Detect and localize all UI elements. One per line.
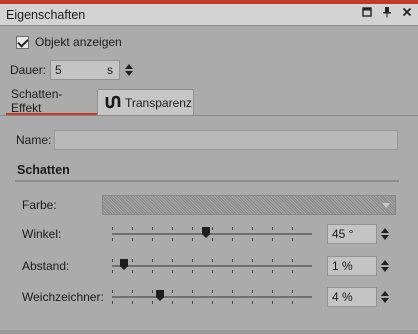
slider-thumb[interactable] [156,290,164,301]
slider-ticks [112,301,312,304]
slider-ticks [112,290,312,293]
distance-spinner[interactable] [378,256,392,276]
transparency-icon [105,95,121,112]
color-row: Farbe: [22,195,396,215]
show-object-checkbox[interactable] [16,35,29,49]
slider-track [112,265,312,267]
section-divider [15,180,399,182]
chevron-down-icon [382,203,390,208]
spin-up-icon[interactable] [381,228,389,233]
duration-input[interactable]: 5 s [50,60,120,80]
blur-row: Weichzeichner: 4 % [22,287,389,307]
blur-label: Weichzeichner: [22,290,104,304]
slider-thumb[interactable] [120,259,128,270]
window-controls [360,7,414,21]
spin-up-icon[interactable] [381,260,389,265]
spin-up-icon[interactable] [381,291,389,296]
duration-value: 5 [55,63,62,77]
pin-icon[interactable] [380,7,394,21]
blur-spinner[interactable] [378,287,392,307]
slider-thumb[interactable] [202,227,210,238]
duration-label: Dauer: [10,63,47,77]
spin-up-icon[interactable] [125,64,133,69]
tab-label: Schatten-Effekt [11,87,63,115]
show-object-row[interactable]: Objekt anzeigen [16,35,122,49]
slider-track [112,296,312,298]
close-icon[interactable] [400,7,414,21]
slider-ticks [112,238,312,241]
tab-bar: Schatten-Effekt Transparenz [6,87,194,116]
duration-unit: s [107,63,113,77]
angle-spinner[interactable] [378,224,392,244]
spin-down-icon[interactable] [381,298,389,303]
section-title: Schatten [17,163,70,177]
color-picker[interactable] [102,195,396,215]
duration-row: Dauer: 5 s [10,60,136,80]
tab-schatten-effekt[interactable]: Schatten-Effekt [6,87,97,116]
tab-label: Transparenz [125,96,192,110]
distance-row: Abstand: 1 % [22,256,389,276]
slider-track [112,233,312,235]
spin-down-icon[interactable] [381,267,389,272]
restore-icon[interactable] [360,7,374,21]
spin-down-icon[interactable] [125,71,133,76]
distance-slider[interactable] [112,256,312,276]
distance-value[interactable]: 1 % [327,256,377,276]
blur-value[interactable]: 4 % [327,287,377,307]
slider-ticks [112,270,312,273]
duration-spinner[interactable] [122,60,136,80]
show-object-label: Objekt anzeigen [35,35,122,49]
panel-bottom-border [0,330,418,334]
angle-row: Winkel: 45 ° [22,224,389,244]
name-row: Name: [16,130,398,150]
slider-ticks [112,259,312,262]
panel-titlebar: Eigenschaften [0,4,418,26]
tab-divider [0,115,418,116]
angle-slider[interactable] [112,224,312,244]
spin-down-icon[interactable] [381,235,389,240]
tab-transparenz[interactable]: Transparenz [97,89,194,116]
color-label: Farbe: [22,198,57,212]
name-input[interactable] [54,130,398,150]
blur-slider[interactable] [112,287,312,307]
angle-label: Winkel: [22,227,62,241]
slider-ticks [112,227,312,230]
angle-value[interactable]: 45 ° [327,224,377,244]
panel-title: Eigenschaften [6,8,86,22]
name-label: Name: [16,133,52,147]
distance-label: Abstand: [22,259,70,273]
